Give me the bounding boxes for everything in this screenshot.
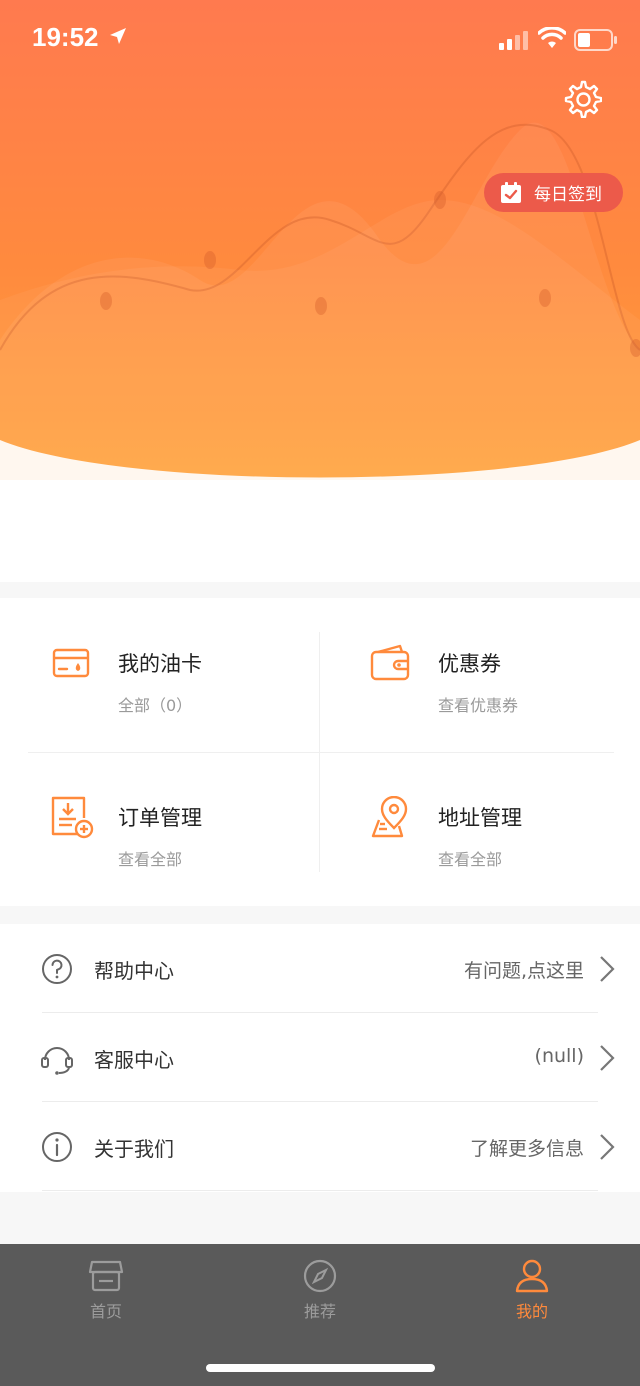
grid-item-title: 我的油卡 — [118, 652, 202, 676]
grid-item-address[interactable]: 地址管理 查看全部 — [370, 796, 640, 916]
grid-item-title: 订单管理 — [118, 806, 202, 830]
tab-label: 首页 — [89, 1302, 122, 1321]
grid-item-subtitle: 全部（0） — [118, 696, 193, 715]
location-icon — [371, 796, 408, 838]
tab-recommend[interactable]: 推荐 — [260, 1258, 380, 1328]
checkin-label: 每日签到 — [534, 185, 602, 205]
grid-item-coupons[interactable]: 优惠券 查看优惠券 — [370, 642, 640, 762]
store-icon — [88, 1260, 124, 1292]
list-item-label: 关于我们 — [94, 1137, 174, 1161]
grid-item-subtitle: 查看优惠券 — [438, 696, 519, 715]
order-icon — [51, 796, 94, 839]
signal-icon — [499, 31, 528, 50]
chevron-right-icon — [600, 1134, 615, 1160]
daily-checkin-button[interactable]: 每日签到 — [484, 173, 623, 212]
grid-item-subtitle: 查看全部 — [118, 850, 183, 869]
user-info-area — [0, 480, 640, 582]
tab-home[interactable]: 首页 — [46, 1258, 166, 1328]
list-item-customer-service[interactable]: 客服中心 (null) — [0, 1013, 640, 1102]
grid-item-title: 优惠券 — [438, 652, 501, 676]
calendar-check-icon — [501, 181, 521, 203]
status-bar: 19:52 — [0, 0, 640, 80]
location-arrow-icon — [110, 28, 126, 44]
grid-item-orders[interactable]: 订单管理 查看全部 — [50, 796, 350, 916]
status-time: 19:52 — [32, 22, 99, 52]
tab-mine[interactable]: 我的 — [472, 1258, 592, 1328]
list-item-about[interactable]: 关于我们 了解更多信息 — [0, 1102, 640, 1191]
list-item-label: 客服中心 — [94, 1048, 174, 1072]
list-item-label: 帮助中心 — [94, 959, 174, 983]
grid-item-fuel-card[interactable]: 我的油卡 全部（0） — [50, 642, 350, 762]
compass-icon — [303, 1259, 337, 1293]
fuel-card-icon — [52, 648, 90, 678]
profile-header: 19:52 每日签到 — [0, 0, 640, 480]
grid-item-subtitle: 查看全部 — [438, 850, 503, 869]
list-item-help[interactable]: 帮助中心 有问题,点这里 — [0, 924, 640, 1013]
wallet-icon — [370, 644, 410, 681]
settings-list: 帮助中心 有问题,点这里 客服中心 (null) 关于我们 了解更多信息 — [0, 924, 640, 1192]
chevron-right-icon — [600, 1045, 615, 1071]
settings-gear-icon[interactable] — [562, 78, 602, 118]
headset-icon — [41, 1047, 73, 1075]
home-indicator[interactable] — [206, 1364, 435, 1372]
row-divider — [42, 1190, 598, 1191]
list-item-hint: (null) — [534, 1045, 584, 1067]
list-item-hint: 有问题,点这里 — [463, 960, 584, 982]
battery-icon — [574, 29, 617, 51]
grid-item-title: 地址管理 — [438, 806, 522, 830]
tab-label: 推荐 — [303, 1302, 336, 1321]
user-icon — [515, 1259, 549, 1293]
wifi-icon — [538, 27, 566, 48]
info-icon — [42, 1132, 72, 1162]
help-icon — [42, 954, 72, 984]
chevron-right-icon — [600, 956, 615, 982]
list-item-hint: 了解更多信息 — [469, 1138, 584, 1160]
service-grid: 我的油卡 全部（0） 优惠券 查看优惠券 订单管理 查看全部 地址管理 查看全部 — [0, 598, 640, 906]
tab-label: 我的 — [515, 1302, 548, 1321]
